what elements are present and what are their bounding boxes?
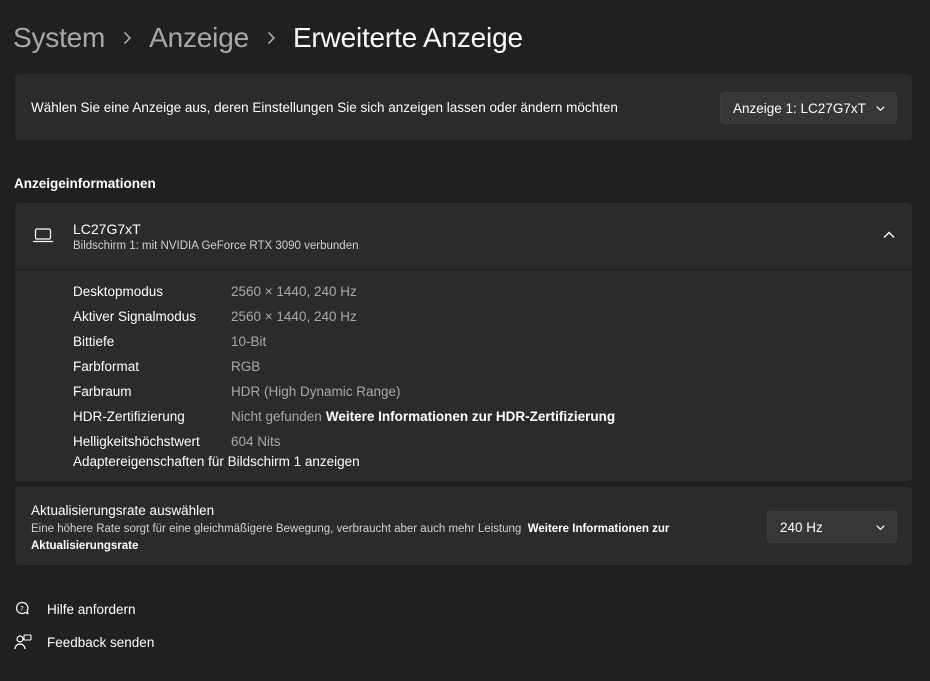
info-key: Helligkeitshöchstwert — [73, 434, 200, 449]
display-select-card: Wählen Sie eine Anzeige aus, deren Einst… — [15, 74, 912, 140]
info-row-bit-depth: Bittiefe 10-Bit — [73, 329, 615, 354]
display-name: LC27G7xT — [73, 221, 141, 237]
info-row-peak-brightness: Helligkeitshöchstwert 604 Nits — [73, 429, 615, 454]
info-row-color-space: Farbraum HDR (High Dynamic Range) — [73, 379, 615, 404]
refresh-rate-title: Aktualisierungsrate auswählen — [31, 503, 215, 518]
breadcrumb-anzeige[interactable]: Anzeige — [149, 22, 249, 54]
info-value: 10-Bit — [231, 334, 267, 349]
info-row-hdr-certification: HDR-Zertifizierung Nicht gefunden Weitere… — [73, 404, 615, 429]
feedback-link[interactable]: Feedback senden — [14, 633, 154, 651]
display-info-header[interactable]: LC27G7xT Bildschirm 1: mit NVIDIA GeForc… — [15, 203, 912, 270]
section-title: Anzeigeinformationen — [14, 176, 156, 191]
display-info-list: Desktopmodus 2560 × 1440, 240 Hz Aktiver… — [73, 279, 615, 454]
help-link-label: Hilfe anfordern — [47, 601, 136, 617]
info-key: Desktopmodus — [73, 284, 164, 299]
info-value: 604 Nits — [231, 434, 281, 449]
info-value: 2560 × 1440, 240 Hz — [231, 309, 357, 324]
chevron-down-icon — [866, 103, 896, 114]
chevron-right-icon — [105, 31, 149, 45]
info-key: Farbraum — [73, 384, 132, 399]
display-select-label: Wählen Sie eine Anzeige aus, deren Einst… — [31, 100, 618, 115]
feedback-link-label: Feedback senden — [47, 634, 155, 650]
laptop-icon — [32, 227, 54, 243]
hdr-info-link[interactable]: Weitere Informationen zur HDR-Zertifizie… — [326, 409, 615, 424]
info-value: 2560 × 1440, 240 Hz — [231, 284, 357, 299]
display-dropdown-value: Anzeige 1: LC27G7xT — [733, 100, 866, 116]
info-value: HDR (High Dynamic Range) — [231, 384, 401, 399]
display-dropdown[interactable]: Anzeige 1: LC27G7xT — [720, 92, 897, 124]
hdr-status: Nicht gefunden — [231, 409, 322, 424]
refresh-rate-dropdown-value: 240 Hz — [780, 519, 823, 535]
info-key: Farbformat — [73, 359, 140, 374]
info-row-active-signal-mode: Aktiver Signalmodus 2560 × 1440, 240 Hz — [73, 304, 615, 329]
display-info-card: LC27G7xT Bildschirm 1: mit NVIDIA GeForc… — [15, 203, 912, 481]
info-key: Aktiver Signalmodus — [73, 309, 197, 324]
info-value: Nicht gefunden Weitere Informationen zur … — [231, 409, 615, 424]
refresh-rate-description: Eine höhere Rate sorgt für eine gleichmä… — [31, 521, 721, 555]
svg-text:?: ? — [20, 605, 24, 613]
adapter-properties-link[interactable]: Adaptereigenschaften für Bildschirm 1 an… — [73, 454, 360, 469]
refresh-rate-card: Aktualisierungsrate auswählen Eine höher… — [15, 487, 912, 565]
refresh-rate-description-text: Eine höhere Rate sorgt für eine gleichmä… — [31, 523, 522, 535]
info-row-color-format: Farbformat RGB — [73, 354, 615, 379]
breadcrumb: System Anzeige Erweiterte Anzeige — [13, 18, 523, 58]
chevron-down-icon — [864, 522, 896, 533]
help-chat-icon: ? — [14, 600, 32, 618]
help-link[interactable]: ? Hilfe anfordern — [14, 600, 136, 618]
info-key: HDR-Zertifizierung — [73, 409, 185, 424]
info-key: Bittiefe — [73, 334, 115, 349]
info-value: RGB — [231, 359, 261, 374]
page-title: Erweiterte Anzeige — [292, 22, 523, 53]
info-row-desktop-mode: Desktopmodus 2560 × 1440, 240 Hz — [73, 279, 615, 304]
feedback-icon — [14, 633, 32, 651]
refresh-rate-dropdown[interactable]: 240 Hz — [767, 511, 897, 543]
breadcrumb-system[interactable]: System — [13, 22, 105, 54]
chevron-up-icon[interactable] — [882, 228, 896, 242]
chevron-right-icon — [249, 31, 293, 45]
display-subtitle: Bildschirm 1: mit NVIDIA GeForce RTX 309… — [73, 240, 359, 252]
